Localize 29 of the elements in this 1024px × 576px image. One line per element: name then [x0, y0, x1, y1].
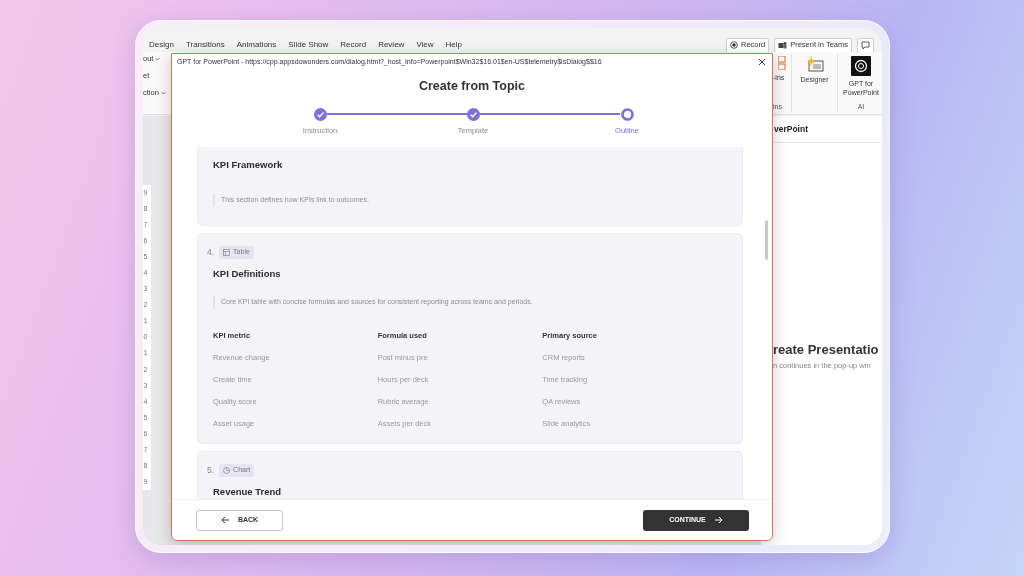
arrow-left-icon	[220, 516, 230, 524]
ribbon-tab[interactable]: Review	[378, 39, 405, 51]
ribbon-tab[interactable]: Design	[149, 39, 174, 51]
comment-button[interactable]	[857, 37, 874, 53]
designer-icon	[805, 56, 824, 72]
ribbon-tab[interactable]: Slide Show	[288, 39, 329, 51]
section-title: Revenue Trend	[213, 484, 283, 499]
ribbon-tab[interactable]: Transitions	[185, 39, 225, 51]
ribbon-tab[interactable]: View	[416, 39, 434, 51]
section-number: 4.	[207, 245, 215, 259]
section-number: 5.	[207, 463, 215, 477]
ribbon-tab[interactable]: Animations	[236, 39, 277, 51]
table-icon	[223, 248, 231, 256]
record-icon	[730, 41, 738, 49]
pane-heading: reate Presentatio	[773, 341, 879, 359]
ribbon-tab[interactable]: Help	[445, 39, 463, 51]
close-icon[interactable]	[758, 58, 766, 66]
arrow-right-icon	[713, 516, 723, 524]
scrollbar[interactable]	[765, 220, 768, 260]
section-title: KPI Definitions	[213, 266, 282, 281]
dialog-heading: Create from Topic	[418, 78, 525, 95]
pie-icon	[223, 466, 231, 474]
teams-icon	[778, 41, 788, 49]
section-title: KPI Framework	[213, 158, 284, 172]
ribbon-tab[interactable]: Record	[340, 39, 367, 51]
grid-icon	[778, 56, 786, 70]
comment-icon	[861, 40, 870, 50]
pane-title: verPoint	[773, 122, 808, 136]
spiral-logo-icon	[851, 56, 871, 76]
